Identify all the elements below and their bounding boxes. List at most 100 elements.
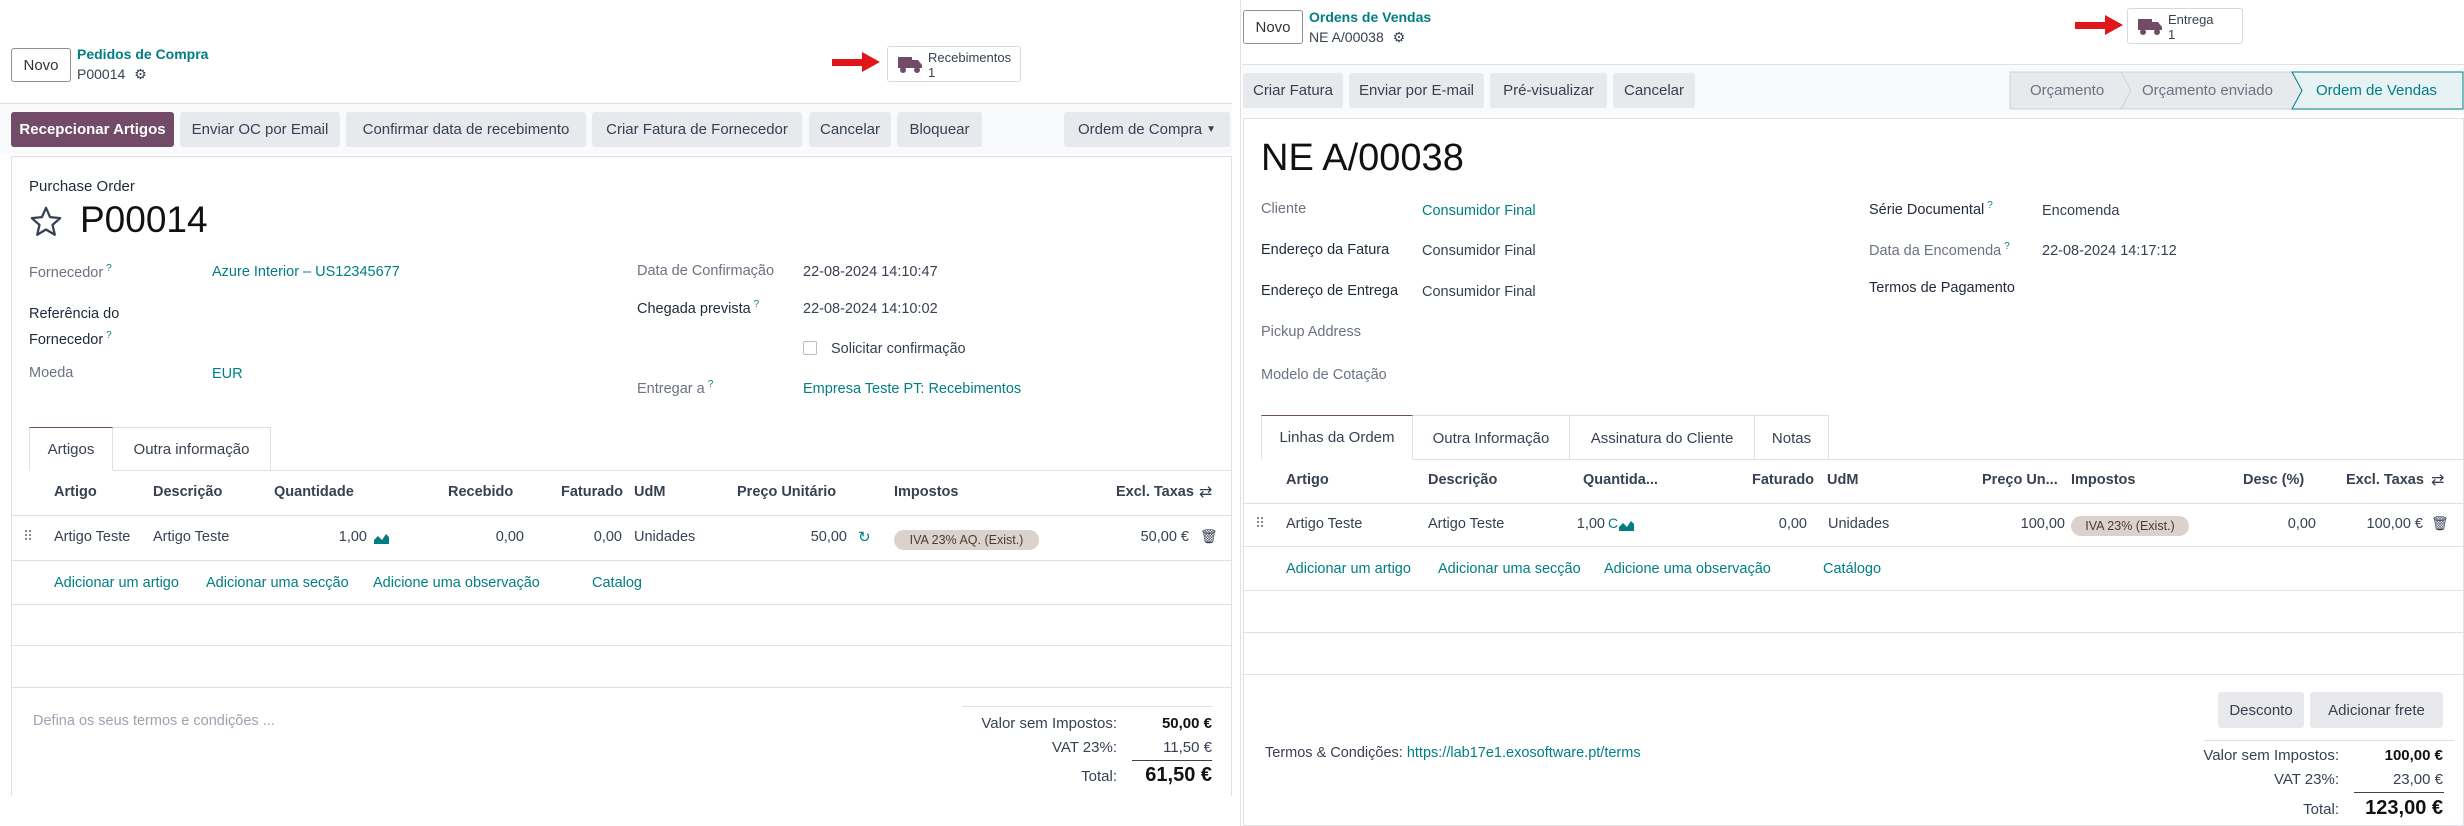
stage-quotation[interactable]: Orçamento <box>2030 82 2104 99</box>
gear-icon[interactable]: ⚙ <box>134 66 147 82</box>
tab-notes[interactable]: Notas <box>1755 415 1829 460</box>
confirmation-date-value[interactable]: 22-08-2024 14:10:47 <box>803 264 938 280</box>
add-note-link[interactable]: Adicione uma observação <box>373 575 540 591</box>
document-series-value[interactable]: Encomenda <box>2042 203 2119 219</box>
truck-icon <box>2138 19 2162 35</box>
left-new-button[interactable]: Novo <box>11 48 71 82</box>
catalog-link[interactable]: Catálogo <box>1823 561 1881 577</box>
preview-button[interactable]: Pré-visualizar <box>1490 73 1607 108</box>
customer-label: Cliente <box>1261 201 1307 217</box>
right-breadcrumb-parent[interactable]: Ordens de Vendas <box>1309 9 1431 25</box>
form-subtitle: Purchase Order <box>29 178 135 195</box>
trash-icon[interactable]: 🗑 <box>2431 515 2449 532</box>
col-header-taxes[interactable]: Impostos <box>2071 472 2135 488</box>
vendor-reference-input[interactable] <box>212 310 592 332</box>
tab-customer-signature[interactable]: Assinatura do Cliente <box>1570 415 1755 460</box>
col-header-discount[interactable]: Desc (%) <box>2243 472 2304 488</box>
row-unit-price[interactable]: 100,00 <box>2021 516 2065 532</box>
col-header-quantity[interactable]: Quantidade <box>274 484 354 500</box>
forecast-chart-icon[interactable] <box>1618 518 1635 532</box>
vendor-value[interactable]: Azure Interior – US12345677 <box>212 264 400 280</box>
add-section-link[interactable]: Adicionar uma secção <box>1438 561 1581 577</box>
gear-icon[interactable]: ⚙ <box>1393 29 1406 45</box>
row-unit-price[interactable]: 50,00 <box>811 529 847 545</box>
order-date-value[interactable]: 22-08-2024 14:17:12 <box>2042 243 2177 259</box>
col-header-product[interactable]: Artigo <box>54 484 97 500</box>
confirm-receipt-date-button[interactable]: Confirmar data de recebimento <box>346 112 586 147</box>
delivery-address-value[interactable]: Consumidor Final <box>1422 284 1536 300</box>
lock-button[interactable]: Bloquear <box>897 112 982 147</box>
row-billed: 0,00 <box>1778 516 1807 532</box>
col-header-product[interactable]: Artigo <box>1286 472 1329 488</box>
col-header-received[interactable]: Recebido <box>448 484 513 500</box>
send-po-email-button[interactable]: Enviar OC por Email <box>180 112 340 147</box>
trash-icon[interactable]: 🗑 <box>1200 528 1218 545</box>
forecast-chart-icon[interactable] <box>373 531 390 545</box>
tax-tag[interactable]: IVA 23% AQ. (Exist.) <box>894 530 1039 550</box>
expected-arrival-value[interactable]: 22-08-2024 14:10:02 <box>803 301 938 317</box>
row-product[interactable]: Artigo Teste <box>54 529 130 545</box>
col-header-description[interactable]: Descrição <box>1428 472 1497 488</box>
col-header-taxes[interactable]: Impostos <box>894 484 958 500</box>
cancel-button[interactable]: Cancelar <box>809 112 891 147</box>
catalog-link[interactable]: Catalog <box>592 575 642 591</box>
drag-handle-icon[interactable]: ⠿ <box>1255 515 1265 532</box>
col-header-billed[interactable]: Faturado <box>1752 472 1814 488</box>
discount-button[interactable]: Desconto <box>2218 692 2304 728</box>
col-header-quantity[interactable]: Quantida... <box>1583 472 1658 488</box>
optional-columns-icon[interactable]: ⇄ <box>2431 470 2444 490</box>
deliver-to-value[interactable]: Empresa Teste PT: Recebimentos <box>803 381 1021 397</box>
row-quantity[interactable]: 1,00 <box>339 529 367 545</box>
col-header-uom[interactable]: UdM <box>1827 472 1858 488</box>
cancel-button[interactable]: Cancelar <box>1613 73 1695 108</box>
invoice-address-value[interactable]: Consumidor Final <box>1422 243 1536 259</box>
table-row[interactable]: ⠿ Artigo Teste Artigo Teste 1,00 0,00 0,… <box>11 516 1232 560</box>
left-smart-button-receipts[interactable]: Recebimentos 1 <box>887 46 1021 82</box>
col-header-subtotal[interactable]: Excl. Taxas <box>2346 472 2424 488</box>
tax-tag[interactable]: IVA 23% (Exist.) <box>2071 516 2189 536</box>
row-description[interactable]: Artigo Teste <box>153 529 229 545</box>
col-header-description[interactable]: Descrição <box>153 484 222 500</box>
row-discount[interactable]: 0,00 <box>2288 516 2316 532</box>
create-invoice-button[interactable]: Criar Fatura <box>1243 73 1343 108</box>
col-header-uom[interactable]: UdM <box>634 484 665 500</box>
tab-products[interactable]: Artigos <box>29 427 113 471</box>
add-product-link[interactable]: Adicionar um artigo <box>54 575 179 591</box>
star-icon[interactable] <box>28 205 64 239</box>
right-new-button[interactable]: Novo <box>1243 10 1303 44</box>
create-vendor-bill-button[interactable]: Criar Fatura de Fornecedor <box>592 112 802 147</box>
right-smart-button-delivery[interactable]: Entrega 1 <box>2127 8 2243 44</box>
tab-other-info[interactable]: Outra informação <box>113 427 271 471</box>
add-section-link[interactable]: Adicionar uma secção <box>206 575 349 591</box>
row-uom[interactable]: Unidades <box>634 529 695 545</box>
stage-sales-order[interactable]: Ordem de Vendas <box>2316 82 2437 99</box>
add-shipping-button[interactable]: Adicionar frete <box>2310 692 2443 728</box>
info-icon[interactable]: C <box>1608 515 1618 531</box>
terms-link[interactable]: https://lab17e1.exosoftware.pt/terms <box>1407 745 1641 761</box>
left-breadcrumb-parent[interactable]: Pedidos de Compra <box>77 46 208 62</box>
tab-order-lines[interactable]: Linhas da Ordem <box>1261 415 1413 460</box>
receive-products-button[interactable]: Recepcionar Artigos <box>11 112 174 147</box>
optional-columns-icon[interactable]: ⇄ <box>1199 482 1212 502</box>
drag-handle-icon[interactable]: ⠿ <box>23 528 33 545</box>
row-description[interactable]: Artigo Teste <box>1428 516 1504 532</box>
currency-value[interactable]: EUR <box>212 366 243 382</box>
purchase-order-dropdown[interactable]: Ordem de Compra ▼ <box>1064 112 1230 147</box>
row-quantity[interactable]: 1,00 <box>1577 516 1605 532</box>
refresh-icon[interactable]: ↻ <box>858 528 871 546</box>
add-note-link[interactable]: Adicione uma observação <box>1604 561 1771 577</box>
send-email-button[interactable]: Enviar por E-mail <box>1349 73 1484 108</box>
row-product[interactable]: Artigo Teste <box>1286 516 1362 532</box>
stage-quotation-sent[interactable]: Orçamento enviado <box>2142 82 2273 99</box>
ask-confirmation-checkbox[interactable] <box>803 341 817 355</box>
customer-value[interactable]: Consumidor Final <box>1422 203 1536 219</box>
add-product-link[interactable]: Adicionar um artigo <box>1286 561 1411 577</box>
col-header-subtotal[interactable]: Excl. Taxas <box>1116 484 1194 500</box>
row-uom[interactable]: Unidades <box>1828 516 1889 532</box>
tab-other-info[interactable]: Outra Informação <box>1413 415 1570 460</box>
col-header-unit-price[interactable]: Preço Unitário <box>737 484 836 500</box>
col-header-unit-price[interactable]: Preço Un... <box>1982 472 2058 488</box>
col-header-billed[interactable]: Faturado <box>561 484 623 500</box>
table-row[interactable]: ⠿ Artigo Teste Artigo Teste 1,00 C 0,00 … <box>1243 504 2464 546</box>
terms-placeholder[interactable]: Defina os seus termos e condições ... <box>33 713 275 729</box>
